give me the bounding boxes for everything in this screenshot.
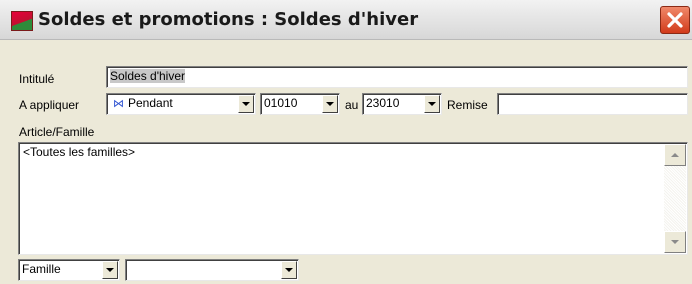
arrow-up-icon [671, 153, 679, 157]
type-select[interactable]: Famille [18, 259, 120, 281]
intitule-input[interactable]: Soldes d'hiver [106, 66, 688, 88]
intitule-label: Intitulé [19, 72, 55, 86]
mode-select[interactable]: ⋈ Pendant [106, 93, 256, 115]
list-item[interactable]: <Toutes les familles> [23, 145, 135, 159]
window-title: Soldes et promotions : Soldes d'hiver [38, 9, 419, 30]
date-end-value: 23010 [366, 96, 400, 110]
date-start-select[interactable]: 01010 [260, 93, 340, 115]
remise-input[interactable] [497, 93, 688, 115]
famille-dropdown-button[interactable] [281, 261, 297, 279]
type-value: Famille [22, 262, 61, 276]
vertical-scrollbar[interactable] [664, 144, 686, 253]
date-end-select[interactable]: 23010 [362, 93, 442, 115]
date-start-dropdown-button[interactable] [322, 95, 338, 113]
remise-label: Remise [447, 98, 488, 112]
appliquer-label: A appliquer [19, 98, 80, 112]
date-end-dropdown-button[interactable] [424, 95, 440, 113]
chevron-down-icon [242, 102, 250, 106]
mode-dropdown-button[interactable] [238, 95, 254, 113]
intitule-value: Soldes d'hiver [110, 69, 185, 83]
mode-value: Pendant [128, 96, 173, 110]
chevron-down-icon [285, 268, 293, 272]
bowtie-icon: ⋈ [113, 98, 124, 110]
app-icon [11, 11, 33, 31]
famille-select[interactable] [125, 259, 299, 281]
article-famille-list[interactable]: <Toutes les familles> [18, 142, 688, 255]
chevron-down-icon [428, 102, 436, 106]
close-button[interactable] [660, 6, 690, 34]
arrow-down-icon [671, 240, 679, 244]
title-bar: Soldes et promotions : Soldes d'hiver [0, 0, 692, 40]
date-start-value: 01010 [264, 96, 298, 110]
scroll-down-button[interactable] [664, 231, 686, 253]
chevron-down-icon [106, 268, 114, 272]
close-icon [667, 12, 683, 28]
article-famille-label: Article/Famille [19, 125, 95, 139]
type-dropdown-button[interactable] [102, 261, 118, 279]
chevron-down-icon [326, 102, 334, 106]
scroll-up-button[interactable] [664, 144, 686, 166]
au-label: au [345, 98, 359, 112]
